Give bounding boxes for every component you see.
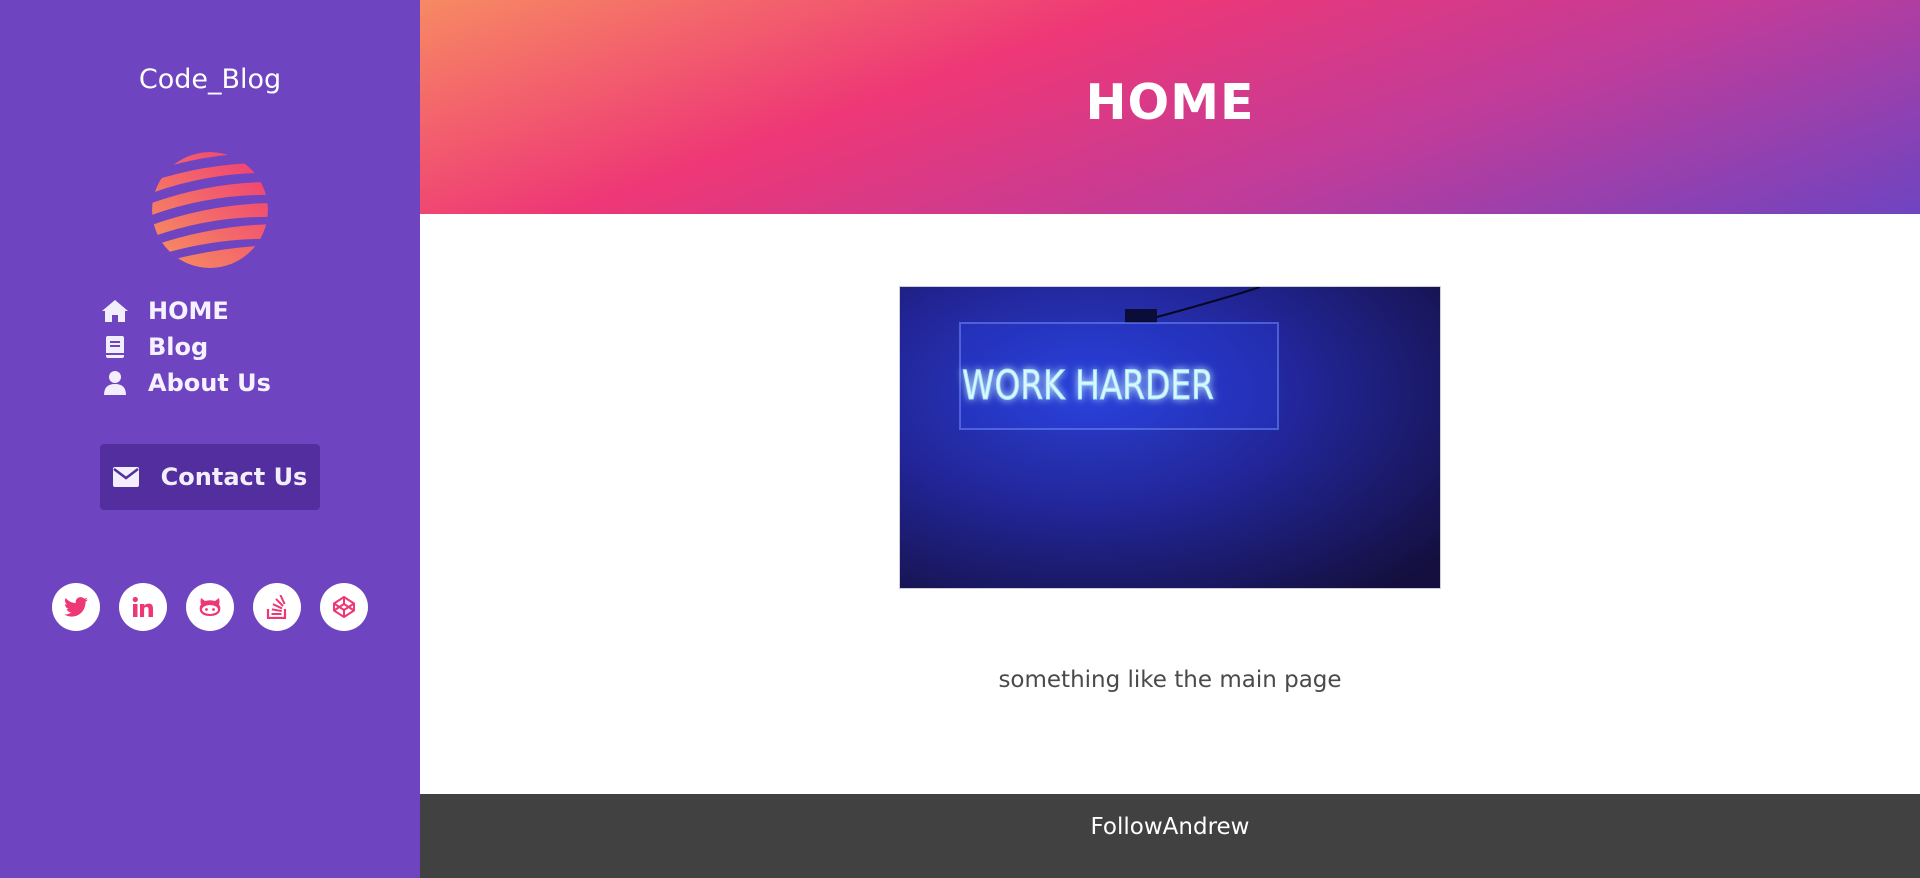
hero-image: WORK HARDER — [899, 286, 1441, 589]
twitter-icon — [64, 597, 88, 617]
stackoverflow-link[interactable] — [253, 583, 301, 631]
page-header: HOME — [420, 0, 1920, 214]
nav-label-home: HOME — [148, 297, 229, 325]
sidebar-nav: HOME Blog About Us — [100, 293, 271, 401]
nav-label-about: About Us — [148, 369, 271, 397]
nav-item-about[interactable]: About Us — [100, 365, 271, 401]
contact-us-button[interactable]: Contact Us — [100, 444, 320, 510]
codepen-icon — [333, 596, 355, 618]
footer-text: FollowAndrew — [1090, 814, 1250, 840]
page-title: HOME — [1085, 74, 1255, 131]
github-icon — [199, 598, 221, 616]
sidebar: Code_Blog HOME Blog About Us Contact Us — [0, 0, 420, 878]
home-icon — [100, 298, 130, 324]
nav-item-home[interactable]: HOME — [100, 293, 271, 329]
twitter-link[interactable] — [52, 583, 100, 631]
user-icon — [100, 370, 130, 396]
page-caption: something like the main page — [998, 667, 1342, 693]
linkedin-link[interactable] — [119, 583, 167, 631]
page-footer: FollowAndrew — [420, 794, 1920, 878]
main-content: WORK HARDER something like the main page — [420, 214, 1920, 794]
globe-logo-icon — [152, 152, 268, 268]
codepen-link[interactable] — [320, 583, 368, 631]
book-icon — [100, 334, 130, 360]
nav-item-blog[interactable]: Blog — [100, 329, 271, 365]
hero-neon-text: WORK HARDER — [962, 363, 1214, 409]
github-link[interactable] — [186, 583, 234, 631]
linkedin-icon — [132, 596, 153, 617]
envelope-icon — [112, 467, 139, 487]
brand-title[interactable]: Code_Blog — [0, 64, 420, 95]
stackoverflow-icon — [266, 595, 287, 619]
nav-label-blog: Blog — [148, 333, 209, 361]
contact-us-label: Contact Us — [160, 463, 308, 491]
social-links — [52, 583, 368, 631]
